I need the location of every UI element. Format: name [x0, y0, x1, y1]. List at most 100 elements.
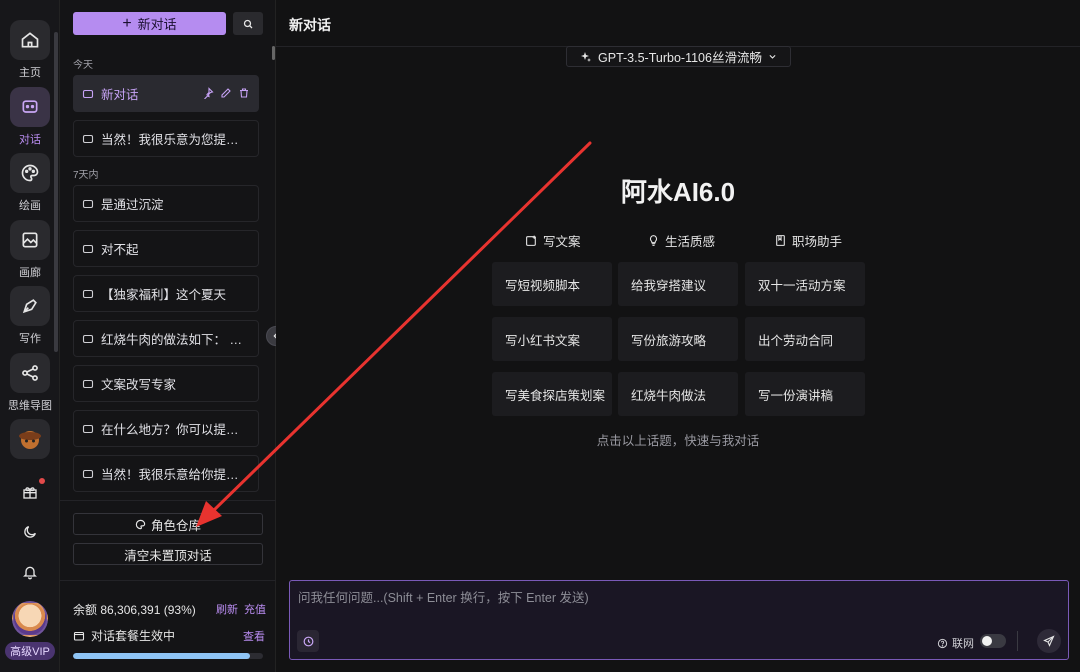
- new-chat-button[interactable]: + 新对话: [73, 12, 226, 35]
- chevron-down-icon: [769, 54, 776, 59]
- balance-progress-fill: [73, 653, 250, 659]
- bell-icon[interactable]: [18, 560, 42, 584]
- chat-item-title: 红烧牛肉的做法如下： 材料: [101, 333, 251, 347]
- notebook-icon: [776, 235, 785, 246]
- category-life[interactable]: 生活质感: [647, 231, 715, 250]
- web-search-label: 联网: [952, 638, 974, 650]
- page-title: 新对话: [289, 17, 331, 33]
- lightbulb-icon: [649, 235, 658, 246]
- clear-unpinned-button[interactable]: 清空未置顶对话: [73, 543, 263, 565]
- prompt-button[interactable]: [297, 630, 319, 652]
- toggle-knob: [982, 636, 992, 646]
- chat-item-title: 对不起: [101, 243, 139, 257]
- chat-bubble-icon: [82, 244, 94, 253]
- input-divider: [1017, 631, 1018, 651]
- chat-item[interactable]: 在什么地方？你可以提供更多: [73, 410, 259, 447]
- chat-item[interactable]: 红烧牛肉的做法如下： 材料: [73, 320, 259, 357]
- trash-icon[interactable]: [238, 87, 250, 99]
- category-label: 生活质感: [665, 235, 716, 249]
- rail-item-home[interactable]: 主页: [0, 20, 60, 80]
- plan-text: 对话套餐生效中: [91, 629, 176, 643]
- pin-icon[interactable]: [202, 87, 214, 99]
- model-selector[interactable]: GPT-3.5-Turbo-1106丝滑流畅: [566, 46, 791, 67]
- topic-card[interactable]: 写小红书文案: [492, 317, 612, 361]
- rail-label: 思维导图: [8, 400, 52, 412]
- rail-item-mindmap[interactable]: 思维导图: [0, 353, 60, 413]
- chat-bubble-icon: [82, 379, 94, 388]
- chat-quick-icon: [303, 636, 313, 646]
- chat-item[interactable]: 当然！我很乐意给你提供帮助: [73, 455, 259, 492]
- chat-item[interactable]: 是通过沉淀: [73, 185, 259, 222]
- chat-bubble-icon: [10, 87, 50, 127]
- rail-item-chat[interactable]: 对话: [0, 87, 60, 147]
- chat-bubble-icon: [82, 199, 94, 208]
- sidebar-divider: [60, 500, 276, 501]
- refresh-link[interactable]: 刷新: [216, 601, 238, 617]
- chat-bubble-icon: [82, 89, 94, 98]
- pen-icon: [10, 286, 50, 326]
- chat-item-actions: [202, 87, 250, 99]
- chat-item[interactable]: 【独家福利】这个夏天: [73, 275, 259, 312]
- view-plan-link[interactable]: 查看: [243, 628, 265, 644]
- topic-card[interactable]: 写一份演讲稿: [745, 372, 865, 416]
- category-work[interactable]: 职场助手: [774, 231, 842, 250]
- rail-label: 画廊: [19, 267, 41, 279]
- rail-scrollbar[interactable]: [54, 32, 58, 352]
- category-label: 写文案: [543, 235, 581, 249]
- rail-item-gallery[interactable]: 画廊: [0, 220, 60, 280]
- chat-item-title: 当然！我很乐意为您提供帮助: [101, 133, 251, 147]
- rail-item-bot[interactable]: [0, 419, 60, 459]
- category-label: 职场助手: [792, 235, 843, 249]
- user-avatar[interactable]: [12, 601, 48, 637]
- main-panel: 新对话 GPT-3.5-Turbo-1106丝滑流畅 阿水AI6.0 写文案 生…: [276, 0, 1080, 672]
- topic-card[interactable]: 写份旅游攻略: [618, 317, 738, 361]
- chat-input[interactable]: [298, 587, 1058, 627]
- image-icon: [10, 220, 50, 260]
- balance-links: 刷新 充值: [216, 601, 266, 617]
- chat-item-title: 【独家福利】这个夏天: [101, 288, 227, 302]
- chat-item[interactable]: 对不起: [73, 230, 259, 267]
- rail-item-paint[interactable]: 绘画: [0, 153, 60, 213]
- moon-icon[interactable]: [18, 520, 42, 544]
- chat-item-title: 是通过沉淀: [101, 198, 164, 212]
- recharge-link[interactable]: 充值: [244, 601, 266, 617]
- main-header: 新对话: [276, 0, 1080, 47]
- sidebar-scrollbar[interactable]: [272, 46, 275, 60]
- category-copywriting[interactable]: 写文案: [525, 231, 581, 250]
- vip-badge[interactable]: 高级VIP: [5, 642, 55, 660]
- topic-card[interactable]: 红烧牛肉做法: [618, 372, 738, 416]
- plus-icon: +: [122, 14, 132, 32]
- topic-card[interactable]: 给我穿搭建议: [618, 262, 738, 306]
- group-label-week: 7天内: [73, 170, 99, 181]
- clear-unpinned-label: 清空未置顶对话: [124, 548, 212, 563]
- notification-dot: [39, 478, 45, 484]
- rail-label: 主页: [19, 67, 41, 79]
- balance-progress-bar: [73, 653, 263, 659]
- search-button[interactable]: [233, 12, 263, 35]
- gift-icon[interactable]: [18, 478, 45, 504]
- web-search-toggle[interactable]: [980, 634, 1006, 648]
- send-button[interactable]: [1037, 629, 1061, 653]
- role-library-button[interactable]: 角色仓库: [73, 513, 263, 535]
- balance-text: 余额 86,306,391 (93%): [73, 603, 196, 617]
- chat-item[interactable]: 当然！我很乐意为您提供帮助: [73, 120, 259, 157]
- web-search-option: 联网: [937, 635, 974, 651]
- chat-item-title: 当然！我很乐意给你提供帮助: [101, 468, 251, 482]
- chat-item-active[interactable]: 新对话: [73, 75, 259, 112]
- chat-bubble-icon: [82, 469, 94, 478]
- rail-item-write[interactable]: 写作: [0, 286, 60, 346]
- topic-card[interactable]: 双十一活动方案: [745, 262, 865, 306]
- plan-status: 对话套餐生效中: [73, 627, 175, 644]
- chat-item-title: 文案改写专家: [101, 378, 177, 392]
- rail-label: 对话: [19, 134, 41, 146]
- mindmap-icon: [10, 353, 50, 393]
- topic-card[interactable]: 出个劳动合同: [745, 317, 865, 361]
- chat-bubble-icon: [82, 334, 94, 343]
- chat-item[interactable]: 文案改写专家: [73, 365, 259, 402]
- topic-card[interactable]: 写美食探店策划案: [492, 372, 612, 416]
- palette-icon: [135, 519, 146, 529]
- chat-bubble-icon: [82, 289, 94, 298]
- edit-icon[interactable]: [220, 87, 232, 99]
- topic-card[interactable]: 写短视频脚本: [492, 262, 612, 306]
- conversation-sidebar: + 新对话 今天 新对话 当然！我很乐意为您提供帮助 7天内 是通过沉淀 对不起…: [60, 0, 276, 672]
